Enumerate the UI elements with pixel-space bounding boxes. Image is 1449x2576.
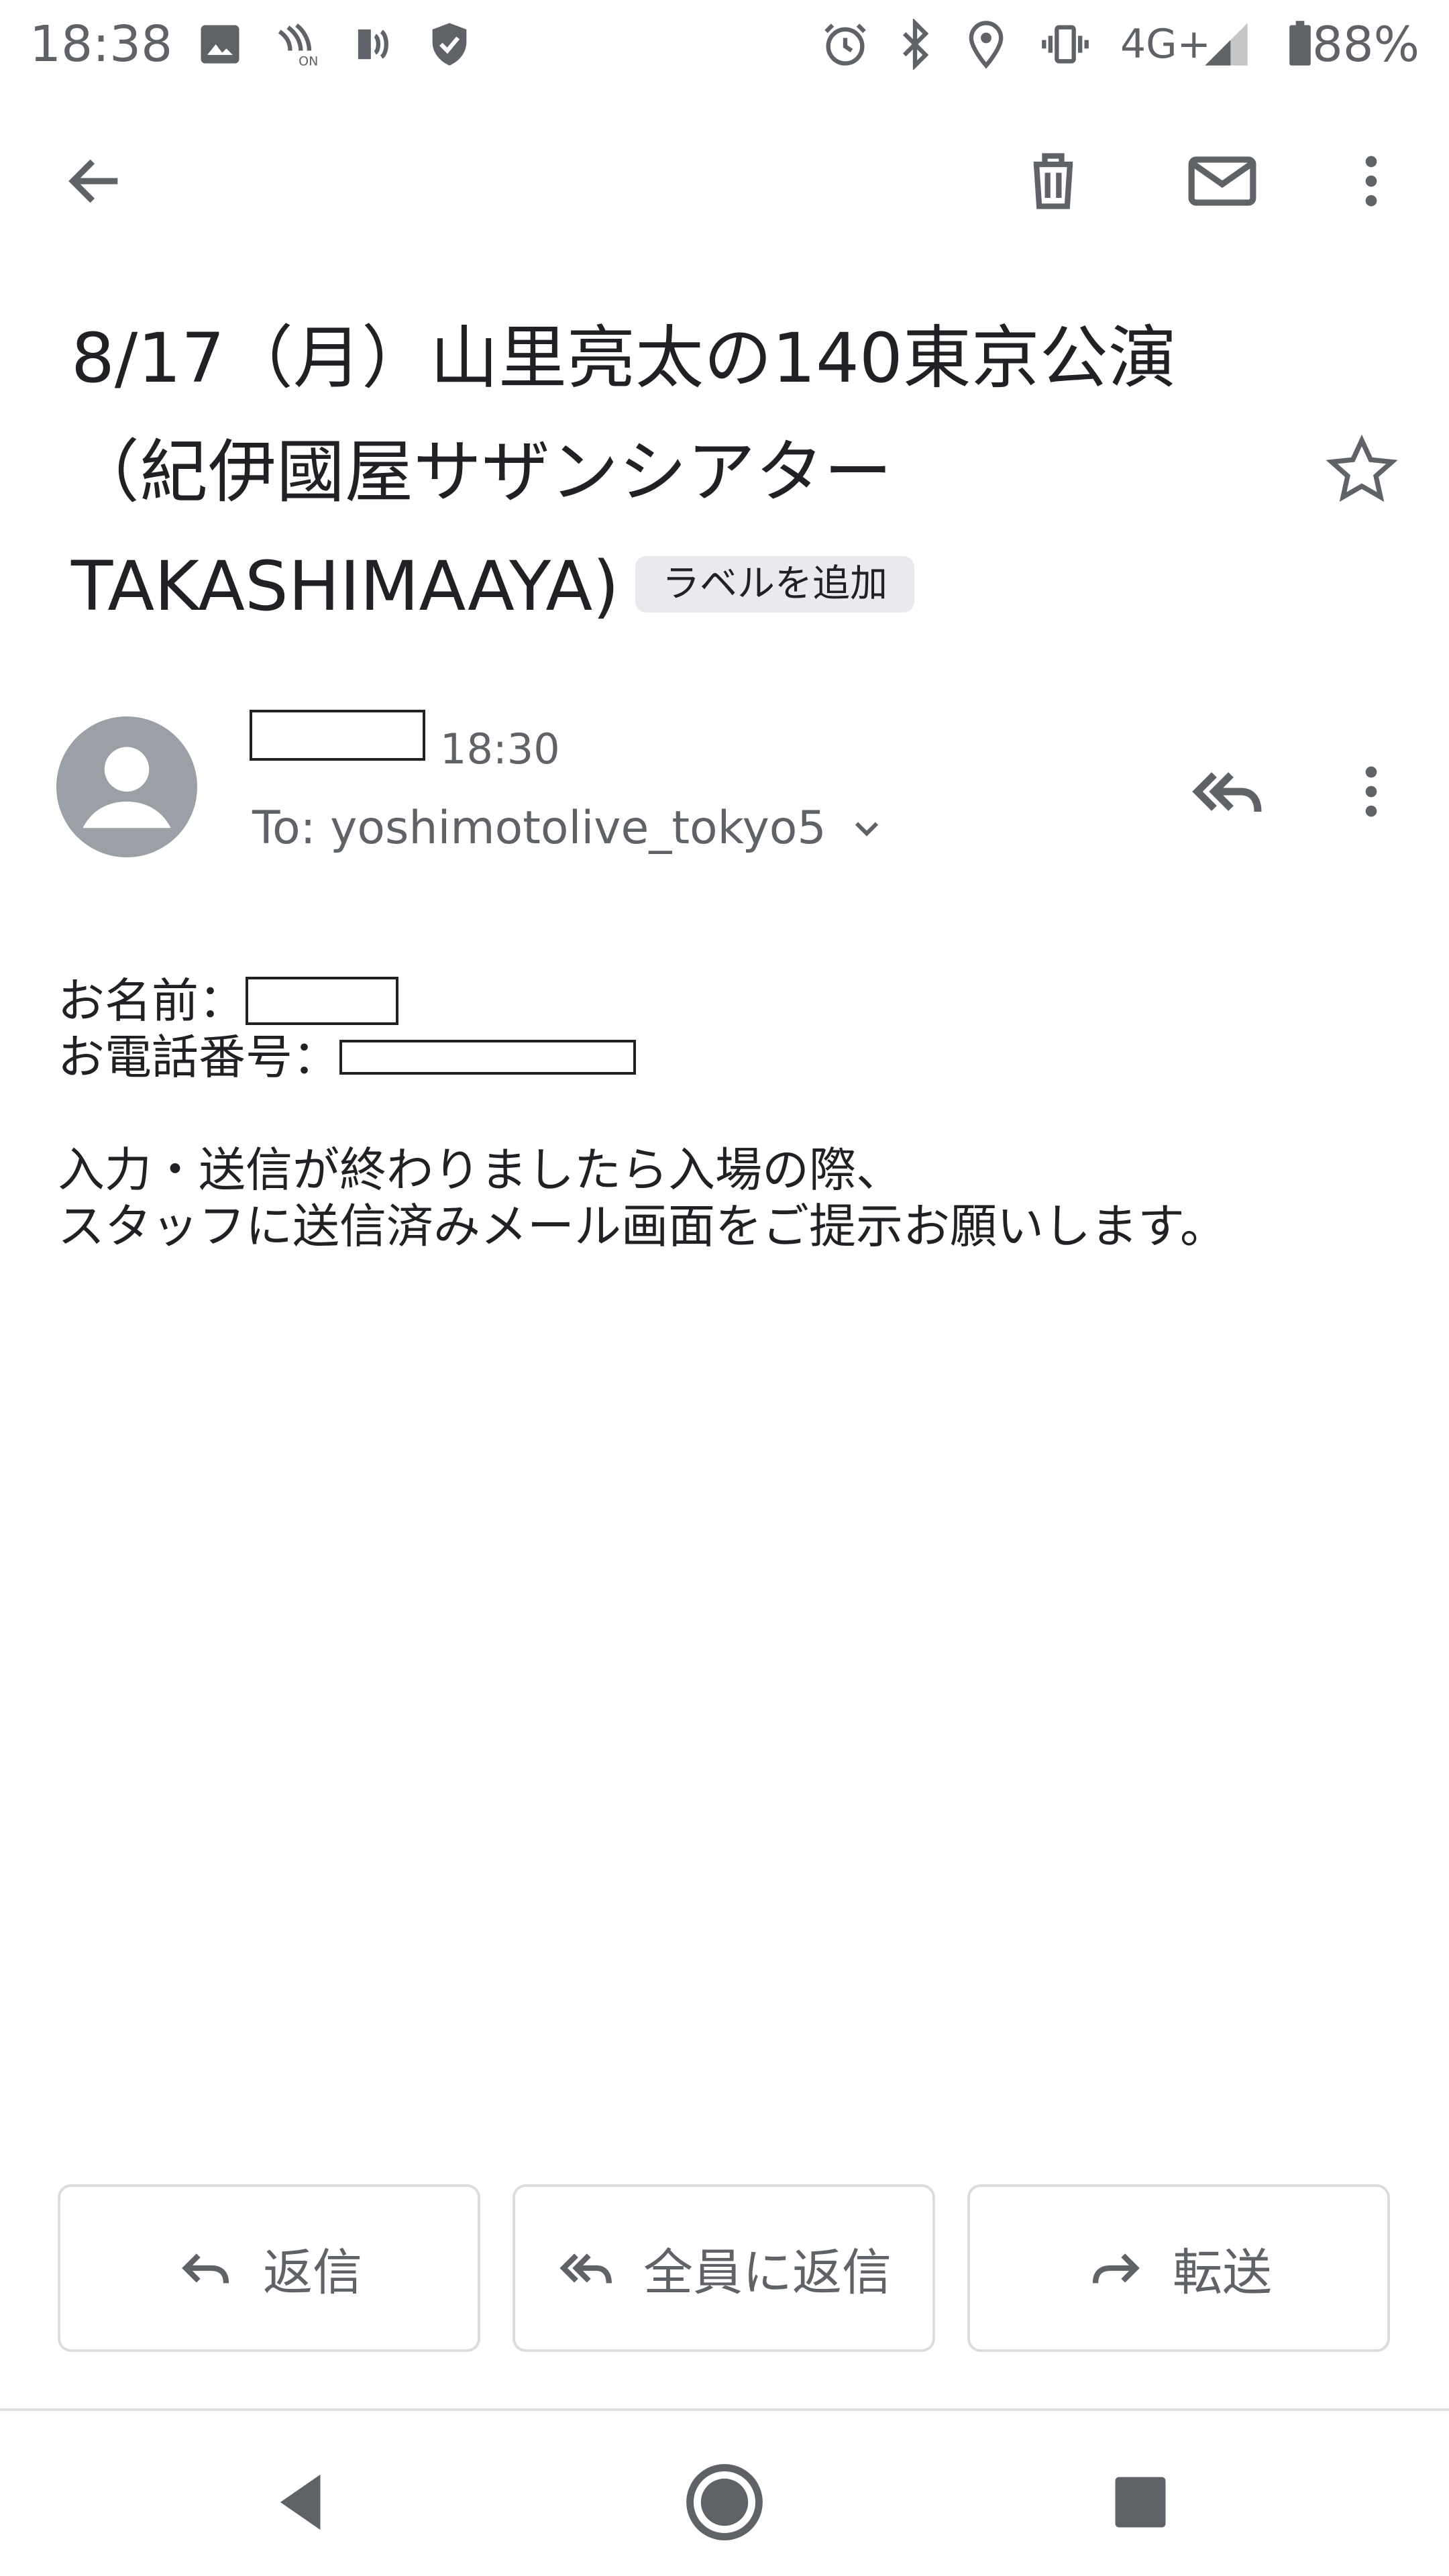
arrow-left-icon	[68, 159, 118, 203]
phone-label: お電話番号：	[58, 1030, 339, 1085]
message-more-button[interactable]	[1324, 745, 1418, 839]
body-line-2: スタッフに送信済みメール画面をご提示お願いします。	[58, 1199, 1227, 1254]
back-button[interactable]	[48, 134, 142, 228]
reply-label: 返信	[263, 2243, 362, 2302]
status-bar: 18:38 ON 4G+ 88%	[0, 0, 1449, 87]
shield-check-icon	[424, 19, 475, 70]
nfc-icon	[347, 19, 398, 70]
name-redacted	[246, 977, 398, 1025]
name-label: お名前：	[58, 973, 246, 1028]
phone-redacted	[339, 1040, 636, 1075]
name-field-row: お名前：	[58, 973, 1373, 1029]
more-options-button[interactable]	[1324, 134, 1418, 228]
signal-icon	[1201, 19, 1252, 70]
reply-button[interactable]: 返信	[58, 2184, 480, 2352]
star-outline-icon	[1326, 434, 1398, 502]
chevron-down-icon	[855, 822, 878, 837]
star-button[interactable]	[1315, 423, 1409, 517]
trash-icon	[1033, 153, 1073, 209]
reply-all-button[interactable]: 全員に返信	[513, 2184, 935, 2352]
sent-time: 18:30	[440, 724, 560, 773]
email-subject: 8/17（月）山里亮太の140東京公演（紀伊國屋サザンシアターTAKASHIMA…	[71, 302, 1185, 644]
triangle-back-icon	[280, 2474, 321, 2530]
battery-percent: 88%	[1311, 16, 1419, 72]
nfc-on-icon: ON	[271, 19, 322, 70]
nav-home-button[interactable]	[664, 2442, 785, 2563]
person-icon	[83, 747, 171, 828]
square-recents-icon	[1115, 2477, 1166, 2528]
nav-back-button[interactable]	[241, 2442, 362, 2563]
reply-all-header-button[interactable]	[1181, 745, 1275, 839]
forward-icon	[1092, 2253, 1140, 2284]
alarm-icon	[820, 19, 871, 70]
email-body: お名前： お電話番号： 入力・送信が終わりましたら入場の際、 スタッフに送信済み…	[58, 973, 1373, 1254]
recipient-text: To: yoshimotolive_tokyo5	[252, 802, 826, 855]
phone-field-row: お電話番号：	[58, 1029, 1373, 1085]
status-time: 18:38	[30, 15, 173, 73]
nav-divider	[0, 2408, 1449, 2411]
more-vert-icon	[1365, 766, 1377, 817]
nav-recents-button[interactable]	[1080, 2442, 1201, 2563]
bluetooth-icon	[890, 19, 941, 70]
recipient-row[interactable]: To: yoshimotolive_tokyo5	[252, 798, 887, 859]
reply-all-label: 全員に返信	[643, 2243, 892, 2302]
mark-unread-button[interactable]	[1175, 134, 1269, 228]
image-notification-icon	[195, 19, 246, 70]
forward-label: 転送	[1173, 2243, 1272, 2302]
mail-icon	[1188, 156, 1256, 206]
network-type: 4G+	[1120, 21, 1211, 68]
more-vert-icon	[1365, 156, 1377, 207]
body-line-1: 入力・送信が終わりましたら入場の際、	[58, 1142, 903, 1197]
location-icon	[961, 19, 1012, 70]
subject-text: 8/17（月）山里亮太の140東京公演（紀伊國屋サザンシアターTAKASHIMA…	[71, 319, 1177, 627]
reply-all-icon	[559, 2253, 612, 2284]
forward-button[interactable]: 転送	[967, 2184, 1390, 2352]
vibrate-icon	[1040, 19, 1091, 70]
home-circle-icon	[686, 2464, 763, 2540]
reply-all-icon	[1192, 772, 1262, 812]
delete-button[interactable]	[1006, 134, 1100, 228]
sender-avatar[interactable]	[56, 716, 197, 857]
reply-icon	[182, 2253, 229, 2284]
svg-text:ON: ON	[299, 54, 318, 69]
add-label-chip[interactable]: ラベルを追加	[635, 556, 914, 613]
sender-name-redacted	[250, 710, 425, 761]
